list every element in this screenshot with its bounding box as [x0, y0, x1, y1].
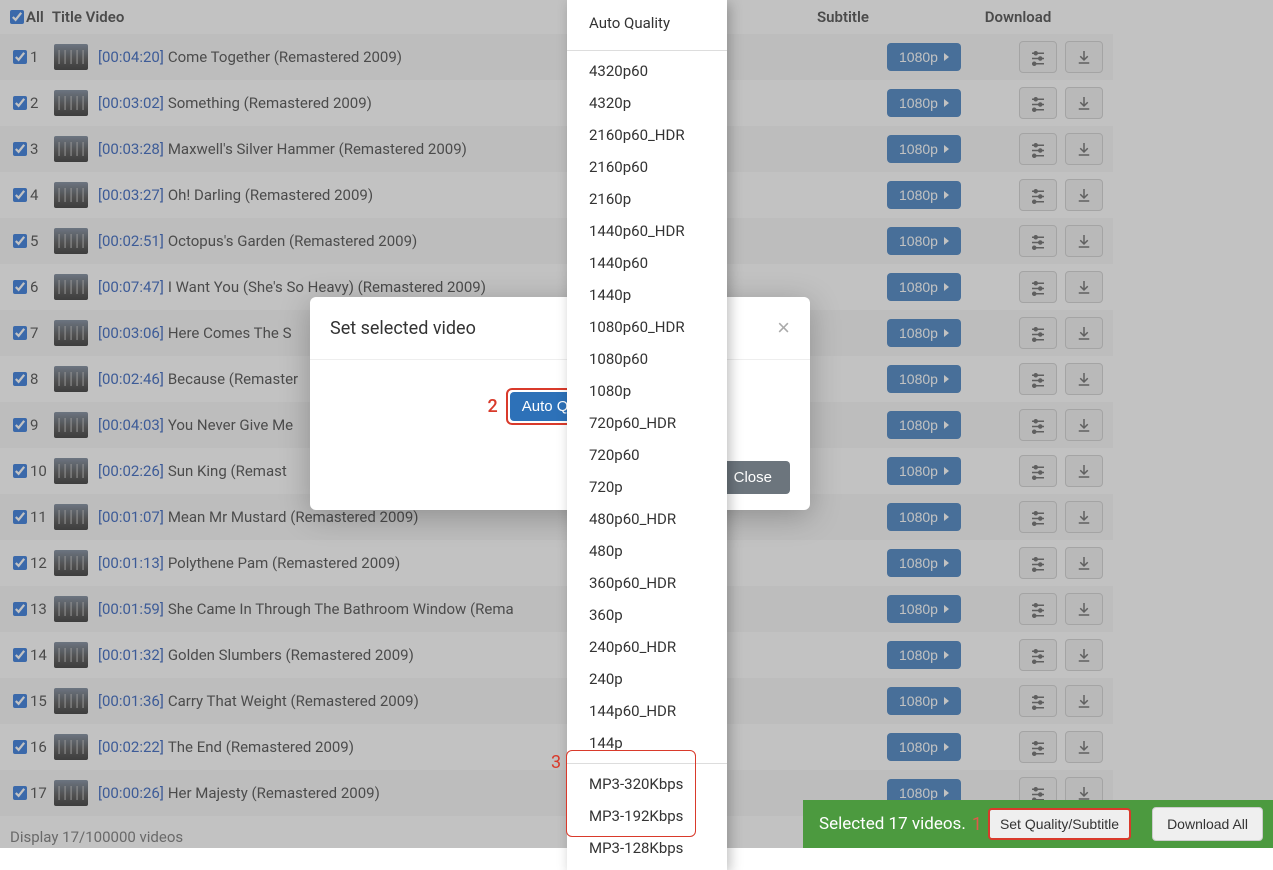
- quality-option[interactable]: 2160p60: [567, 151, 727, 183]
- quality-option[interactable]: MP3-320Kbps: [567, 768, 727, 800]
- quality-option[interactable]: 2160p60_HDR: [567, 119, 727, 151]
- quality-option[interactable]: 1080p: [567, 375, 727, 407]
- annotation-2: 2: [488, 396, 498, 417]
- download-all-button[interactable]: Download All: [1152, 807, 1263, 841]
- download-all-bar: Download All: [1142, 800, 1273, 848]
- quality-option[interactable]: 1440p60: [567, 247, 727, 279]
- quality-option[interactable]: 720p: [567, 471, 727, 503]
- quality-option[interactable]: 1440p60_HDR: [567, 215, 727, 247]
- modal-footer: Close: [310, 445, 810, 510]
- selection-text: Selected 17 videos.: [819, 814, 966, 834]
- quality-option[interactable]: 480p: [567, 535, 727, 567]
- quality-option[interactable]: 720p60_HDR: [567, 407, 727, 439]
- set-video-modal: Set selected video × 2 Auto Quality Clos…: [310, 297, 810, 510]
- quality-option[interactable]: 144p: [567, 727, 727, 759]
- quality-option[interactable]: 240p60_HDR: [567, 631, 727, 663]
- dropdown-divider: [567, 763, 727, 764]
- modal-header: Set selected video ×: [310, 297, 810, 360]
- quality-option[interactable]: 2160p: [567, 183, 727, 215]
- quality-option[interactable]: 144p60_HDR: [567, 695, 727, 727]
- quality-option[interactable]: 720p60: [567, 439, 727, 471]
- modal-close-x[interactable]: ×: [777, 315, 790, 341]
- quality-option[interactable]: 360p: [567, 599, 727, 631]
- annotation-1: 1: [972, 814, 982, 835]
- quality-option[interactable]: MP3-128Kbps: [567, 832, 727, 864]
- modal-body: 2 Auto Quality: [310, 360, 810, 445]
- quality-option[interactable]: 1080p60: [567, 343, 727, 375]
- quality-option[interactable]: 360p60_HDR: [567, 567, 727, 599]
- quality-option[interactable]: Auto Quality: [567, 0, 727, 46]
- quality-option[interactable]: 480p60_HDR: [567, 503, 727, 535]
- quality-option[interactable]: 4320p: [567, 87, 727, 119]
- quality-option[interactable]: 1440p: [567, 279, 727, 311]
- selection-bar: Selected 17 videos. 1 Set Quality/Subtit…: [803, 800, 1143, 848]
- quality-dropdown[interactable]: Auto Quality4320p604320p2160p60_HDR2160p…: [567, 0, 727, 870]
- quality-option[interactable]: 1080p60_HDR: [567, 311, 727, 343]
- quality-option[interactable]: MP3-192Kbps: [567, 800, 727, 832]
- quality-option[interactable]: 240p: [567, 663, 727, 695]
- annotation-3: 3: [551, 752, 561, 773]
- dropdown-divider: [567, 50, 727, 51]
- modal-title: Set selected video: [330, 318, 476, 339]
- quality-option[interactable]: 4320p60: [567, 55, 727, 87]
- set-quality-subtitle-button[interactable]: Set Quality/Subtitle: [988, 808, 1131, 840]
